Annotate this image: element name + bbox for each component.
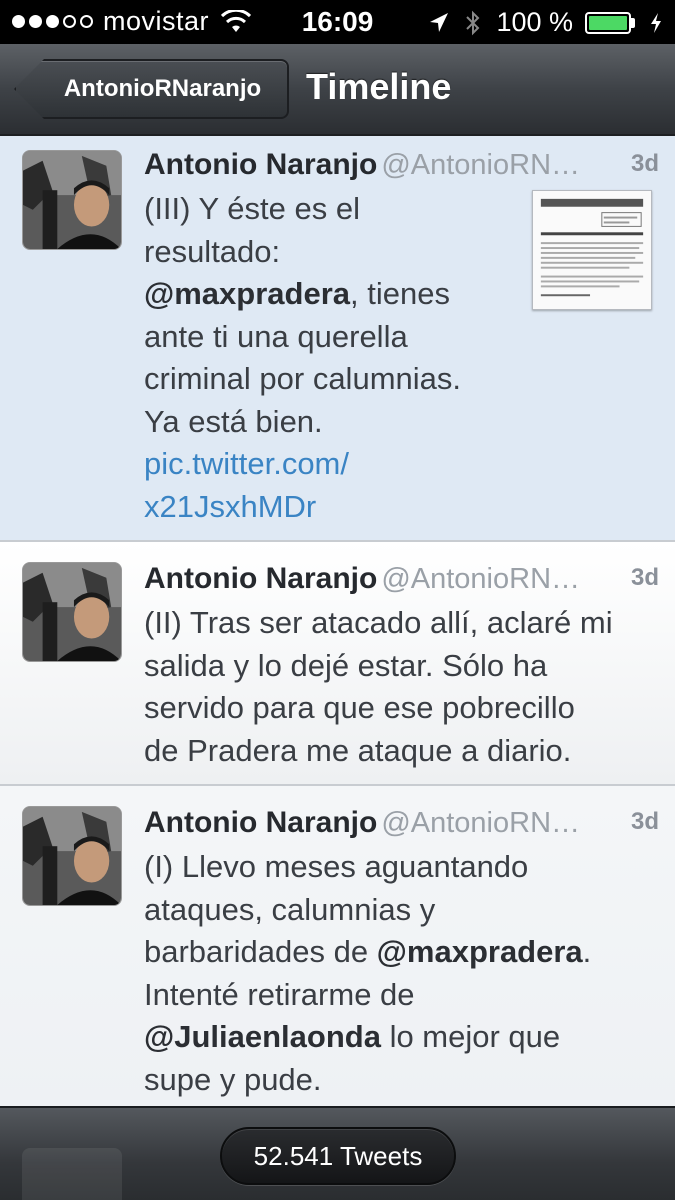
battery-icon (585, 11, 635, 34)
tweet-text-fragment: ataques, calumnias y (144, 891, 436, 927)
tweet-cell[interactable]: Antonio Naranjo @AntonioRN… 3d (II) Tras … (0, 542, 675, 786)
bottom-bar: 52.541 Tweets (0, 1106, 675, 1200)
tweet-text-fragment: (I) Llevo meses aguantando (144, 849, 529, 884)
tweet-timestamp: 3d (630, 808, 659, 835)
tweet-author-name: Antonio Naranjo (144, 806, 378, 839)
tweet-text: (II) Tras ser atacado allí, aclaré mi sal… (144, 602, 613, 772)
tweet-text-line: de Pradera me ataque a diario. (144, 730, 613, 773)
location-arrow-icon (430, 12, 449, 32)
tweet-text-line: resultado: (144, 231, 461, 274)
avatar-photo (23, 151, 121, 249)
avatar (22, 1148, 122, 1200)
tweet-text-line: x21JsxhMDr (144, 486, 461, 529)
tweet-text-line: Ya está bien. (144, 401, 461, 444)
tweet-text-fragment: servido para que ese pobrecillo (144, 690, 575, 725)
charging-bolt-icon (651, 12, 661, 33)
tweet-timeline[interactable]: Antonio Naranjo @AntonioRN… 3d (III) Y és… (0, 136, 675, 1106)
nav-bar: AntonioRNaranjo Timeline (0, 44, 675, 136)
tweet-text-fragment: . (582, 934, 592, 969)
tweet-author-handle: @AntonioRN… (381, 149, 581, 181)
avatar-photo (23, 807, 121, 905)
mention-link[interactable]: @maxpradera (377, 934, 583, 969)
avatar[interactable] (22, 806, 122, 906)
tweet-text-line: @Juliaenlaonda lo mejor que (144, 1016, 591, 1059)
tweet-count-button[interactable]: 52.541 Tweets (220, 1127, 456, 1185)
tweet-text: (III) Y éste es el resultado: @maxpradera,… (144, 188, 461, 528)
tweet-text-fragment: barbaridades de (144, 934, 377, 969)
tweet-text-line: ataques, calumnias y (144, 889, 591, 932)
tweet-author-handle: @AntonioRN… (381, 807, 581, 839)
tweet-text-line: criminal por calumnias. (144, 358, 461, 401)
avatar[interactable] (22, 562, 122, 662)
page-title: Timeline (306, 66, 452, 107)
tweet-cell[interactable]: Antonio Naranjo @AntonioRN… 3d (I) Llevo … (0, 786, 675, 1106)
tweet-text-fragment: resultado: (144, 233, 281, 269)
url-link[interactable]: x21JsxhMDr (144, 489, 316, 524)
tweet-text-line: pic.twitter.com/ (144, 443, 461, 486)
tweet-text-fragment: lo mejor que (380, 1019, 561, 1054)
tweet-text-fragment: Intenté retirarme de (144, 976, 415, 1012)
url-link[interactable]: pic.twitter.com/ (144, 446, 349, 481)
tweet-text-line: @maxpradera, tienes (144, 273, 461, 316)
tweet-author-name: Antonio Naranjo (144, 562, 378, 595)
tweet-text-fragment: criminal por calumnias. (144, 361, 461, 396)
document-preview (533, 191, 651, 309)
tweet-author-name: Antonio Naranjo (144, 148, 378, 181)
tweet-image-thumbnail[interactable] (532, 190, 652, 310)
back-button[interactable]: AntonioRNaranjo (14, 59, 289, 119)
battery-percent: 100 % (496, 7, 573, 37)
tweet-text-line: Intenté retirarme de (144, 974, 591, 1017)
tweet-text-fragment: , tienes (350, 276, 450, 311)
tweet-text: (I) Llevo meses aguantando ataques, calum… (144, 846, 591, 1101)
tweet-text-line: (I) Llevo meses aguantando (144, 846, 591, 889)
tweet-text-fragment: salida y lo dejé estar. Sólo ha (144, 647, 548, 683)
tweet-text-fragment: Ya está bien. (144, 403, 323, 439)
tweet-timestamp: 3d (630, 150, 659, 177)
tweet-text-line: ante ti una querella (144, 316, 461, 359)
tweet-text-fragment: de Pradera me ataque a diario. (144, 732, 572, 768)
mention-link[interactable]: @Juliaenlaonda (144, 1019, 381, 1054)
tweet-text-line: barbaridades de @maxpradera. (144, 931, 591, 974)
tweet-text-line: (III) Y éste es el (144, 188, 461, 231)
mention-link[interactable]: @maxpradera (144, 276, 350, 311)
tweet-timestamp: 3d (630, 564, 659, 591)
tweet-cell[interactable]: Antonio Naranjo @AntonioRN… 3d (III) Y és… (0, 136, 675, 542)
tweet-text-line: supe y pude. (144, 1059, 591, 1102)
status-bar: movistar 16:09 100 % (0, 0, 675, 44)
avatar-photo (23, 563, 121, 661)
tweet-author-handle: @AntonioRN… (381, 563, 581, 595)
tweet-text-fragment: (II) Tras ser atacado allí, aclaré mi (144, 605, 613, 640)
tweet-text-fragment: ante ti una querella (144, 318, 408, 354)
avatar[interactable] (22, 150, 122, 250)
tweet-text-fragment: (III) Y éste es el (144, 191, 360, 226)
tweet-text-fragment: supe y pude. (144, 1061, 322, 1097)
tweet-text-line: servido para que ese pobrecillo (144, 687, 613, 730)
bluetooth-icon (466, 10, 480, 35)
tweet-text-line: (II) Tras ser atacado allí, aclaré mi (144, 602, 613, 645)
tweet-text-line: salida y lo dejé estar. Sólo ha (144, 645, 613, 688)
